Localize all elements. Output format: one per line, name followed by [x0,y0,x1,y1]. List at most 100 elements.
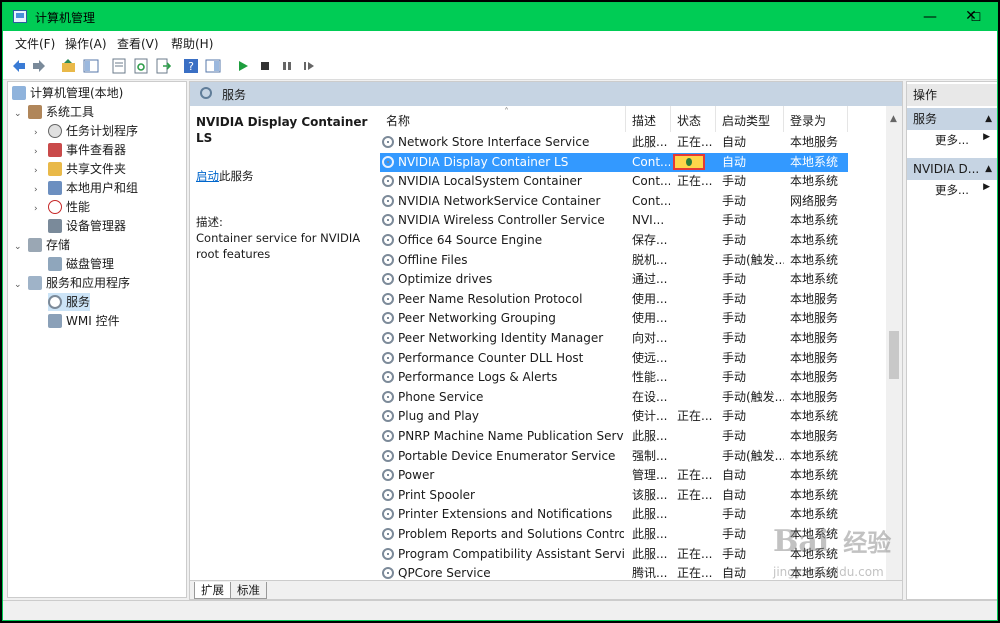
column-header-status[interactable]: 状态 [671,106,716,132]
collapse-arrow-icon[interactable]: ▲ [983,158,992,180]
tree-item-services-apps[interactable]: ⌄ 服务和应用程序 [14,274,130,292]
table-row[interactable]: Print Spooler 该服... 正在... 自动 本地系统 [380,486,848,506]
gear-icon [382,175,394,188]
forward-icon[interactable] [31,58,47,74]
expand-arrow-icon[interactable]: › [34,124,44,142]
tree-item-root[interactable]: 计算机管理(本地) [12,84,123,102]
svg-text:?: ? [188,60,194,73]
service-startup-cell: 手动 [722,213,747,228]
service-logon-cell: 本地服务 [790,389,839,404]
expand-arrow-icon[interactable]: › [34,162,44,180]
table-row[interactable]: Printer Extensions and Notifications 此服..… [380,505,848,525]
table-row[interactable]: Office 64 Source Engine 保存... 手动 本地系统 [380,231,848,251]
service-startup-cell: 手动 [722,527,747,541]
column-header-name[interactable]: 名称 ˄ [380,106,626,132]
tree-item-performance[interactable]: › 性能 [34,198,90,216]
properties-icon[interactable] [111,58,127,74]
actions-section-services[interactable]: 服务 ▲ [907,108,997,130]
collapse-arrow-icon[interactable]: ▲ [985,108,992,130]
minimize-button[interactable]: — [907,3,953,31]
stop-service-icon[interactable] [257,58,273,74]
menu-action[interactable]: 操作(A) [65,35,107,52]
tree-item-task-scheduler[interactable]: › 任务计划程序 [34,122,138,140]
resume-service-icon[interactable] [301,58,317,74]
actions-more-selected[interactable]: 更多... [935,182,969,198]
service-logon-cell: 本地服务 [790,135,839,149]
table-row[interactable]: NVIDIA Display Container LS Cont... 自动 本地系统 [380,152,848,173]
table-row[interactable]: NVIDIA Wireless Controller Service NVI...… [380,211,848,231]
scrollbar-thumb[interactable] [889,331,899,379]
expand-arrow-icon[interactable]: › [34,200,44,218]
table-row[interactable]: Peer Name Resolution Protocol 使用... 手动 本地服务 [380,290,848,310]
scroll-up-arrow-icon[interactable]: ▲ [890,114,897,124]
service-status-cell: 正在... [677,487,713,502]
tree-item-event-viewer[interactable]: › 事件查看器 [34,141,126,159]
service-startup-cell: 自动 [722,468,747,483]
service-logon-cell: 本地服务 [790,331,839,345]
table-row[interactable]: Performance Counter DLL Host 使远... 手动 本地服务 [380,349,848,369]
show-hide-action-icon[interactable] [205,58,221,74]
table-row[interactable]: Peer Networking Identity Manager 向对... 手动 本… [380,329,848,349]
show-hide-tree-icon[interactable] [83,58,99,74]
table-row[interactable]: Performance Logs & Alerts 性能... 手动 本地服务 [380,368,848,388]
service-name-cell: NVIDIA Wireless Controller Service [398,213,605,228]
table-row[interactable]: Program Compatibility Assistant Service 此… [380,545,848,565]
table-row[interactable]: Peer Networking Grouping 使用... 手动 本地服务 [380,309,848,329]
table-row[interactable]: NVIDIA NetworkService Container Cont... 手动… [380,192,848,212]
expand-arrow-icon[interactable]: › [34,143,44,161]
column-header-logon[interactable]: 登录为 [784,106,848,132]
menu-help[interactable]: 帮助(H) [171,35,213,52]
column-header-startup[interactable]: 启动类型 [716,106,784,132]
tree-item-disk-management[interactable]: 磁盘管理 [48,255,114,273]
back-icon[interactable] [11,58,27,74]
table-row[interactable]: Portable Device Enumerator Service 强制... 手… [380,447,848,467]
table-row[interactable]: QPCore Service 腾讯... 正在... 自动 本地系统 [380,564,848,580]
menu-bar: 文件(F) 操作(A) 查看(V) 帮助(H) [3,31,997,53]
actions-section-selected[interactable]: NVIDIA D... ▲ [907,158,997,180]
column-header-desc[interactable]: 描述 [626,106,671,132]
pause-service-icon[interactable] [279,58,295,74]
service-startup-cell: 自动 [722,154,747,169]
start-service-icon[interactable] [235,58,251,74]
expand-arrow-icon[interactable]: ⌄ [14,276,24,294]
tab-extended[interactable]: 扩展 [194,582,231,599]
refresh-icon[interactable] [133,58,149,74]
tree-item-shared-folders[interactable]: › 共享文件夹 [34,160,126,178]
table-row[interactable]: PNRP Machine Name Publication Service 此服.… [380,427,848,447]
up-icon[interactable] [61,58,77,74]
table-row[interactable]: Offline Files 脱机... 手动(触发... 本地系统 [380,251,848,271]
service-desc-cell: 此服... [632,135,668,149]
expand-arrow-icon[interactable]: ⌄ [14,105,24,123]
start-service-link[interactable]: 启动 [196,169,219,183]
gear-icon [382,410,394,423]
export-icon[interactable] [155,58,171,74]
tree-item-wmi[interactable]: WMI 控件 [48,312,120,330]
expand-arrow-icon[interactable]: ⌄ [14,238,24,256]
table-row[interactable]: Plug and Play 使计... 正在... 手动 本地系统 [380,407,848,427]
table-row[interactable]: Network Store Interface Service 此服... 正在..… [380,133,848,153]
gear-icon [200,87,212,99]
expand-arrow-icon[interactable]: › [34,181,44,199]
tree-item-device-manager[interactable]: 设备管理器 [48,217,126,235]
tree-item-services[interactable]: 服务 [48,293,91,311]
menu-file[interactable]: 文件(F) [15,35,55,52]
tree-item-storage[interactable]: ⌄ 存储 [14,236,70,254]
service-desc-cell: 使远... [632,350,668,365]
service-name-cell: Print Spooler [398,487,475,502]
actions-more-services[interactable]: 更多... [935,132,969,148]
tools-icon [28,105,42,119]
close-button[interactable]: ✕ [948,2,994,30]
gear-icon [382,469,394,482]
table-row[interactable]: Problem Reports and Solutions Control...… [380,525,848,545]
table-row[interactable]: Power 管理... 正在... 自动 本地系统 [380,466,848,486]
service-startup-cell: 手动(触发... [722,389,784,404]
table-row[interactable]: Phone Service 在设... 手动(触发... 本地服务 [380,388,848,408]
help-icon[interactable]: ? [183,58,199,74]
tab-standard[interactable]: 标准 [230,582,267,599]
menu-view[interactable]: 查看(V) [117,35,159,52]
table-row[interactable]: NVIDIA LocalSystem Container Cont... 正在...… [380,172,848,192]
table-row[interactable]: Optimize drives 通过... 手动 本地系统 [380,270,848,290]
tree-item-system-tools[interactable]: ⌄ 系统工具 [14,103,94,121]
vertical-scrollbar[interactable]: ▲ [886,106,902,580]
tree-item-local-users[interactable]: › 本地用户和组 [34,179,138,197]
